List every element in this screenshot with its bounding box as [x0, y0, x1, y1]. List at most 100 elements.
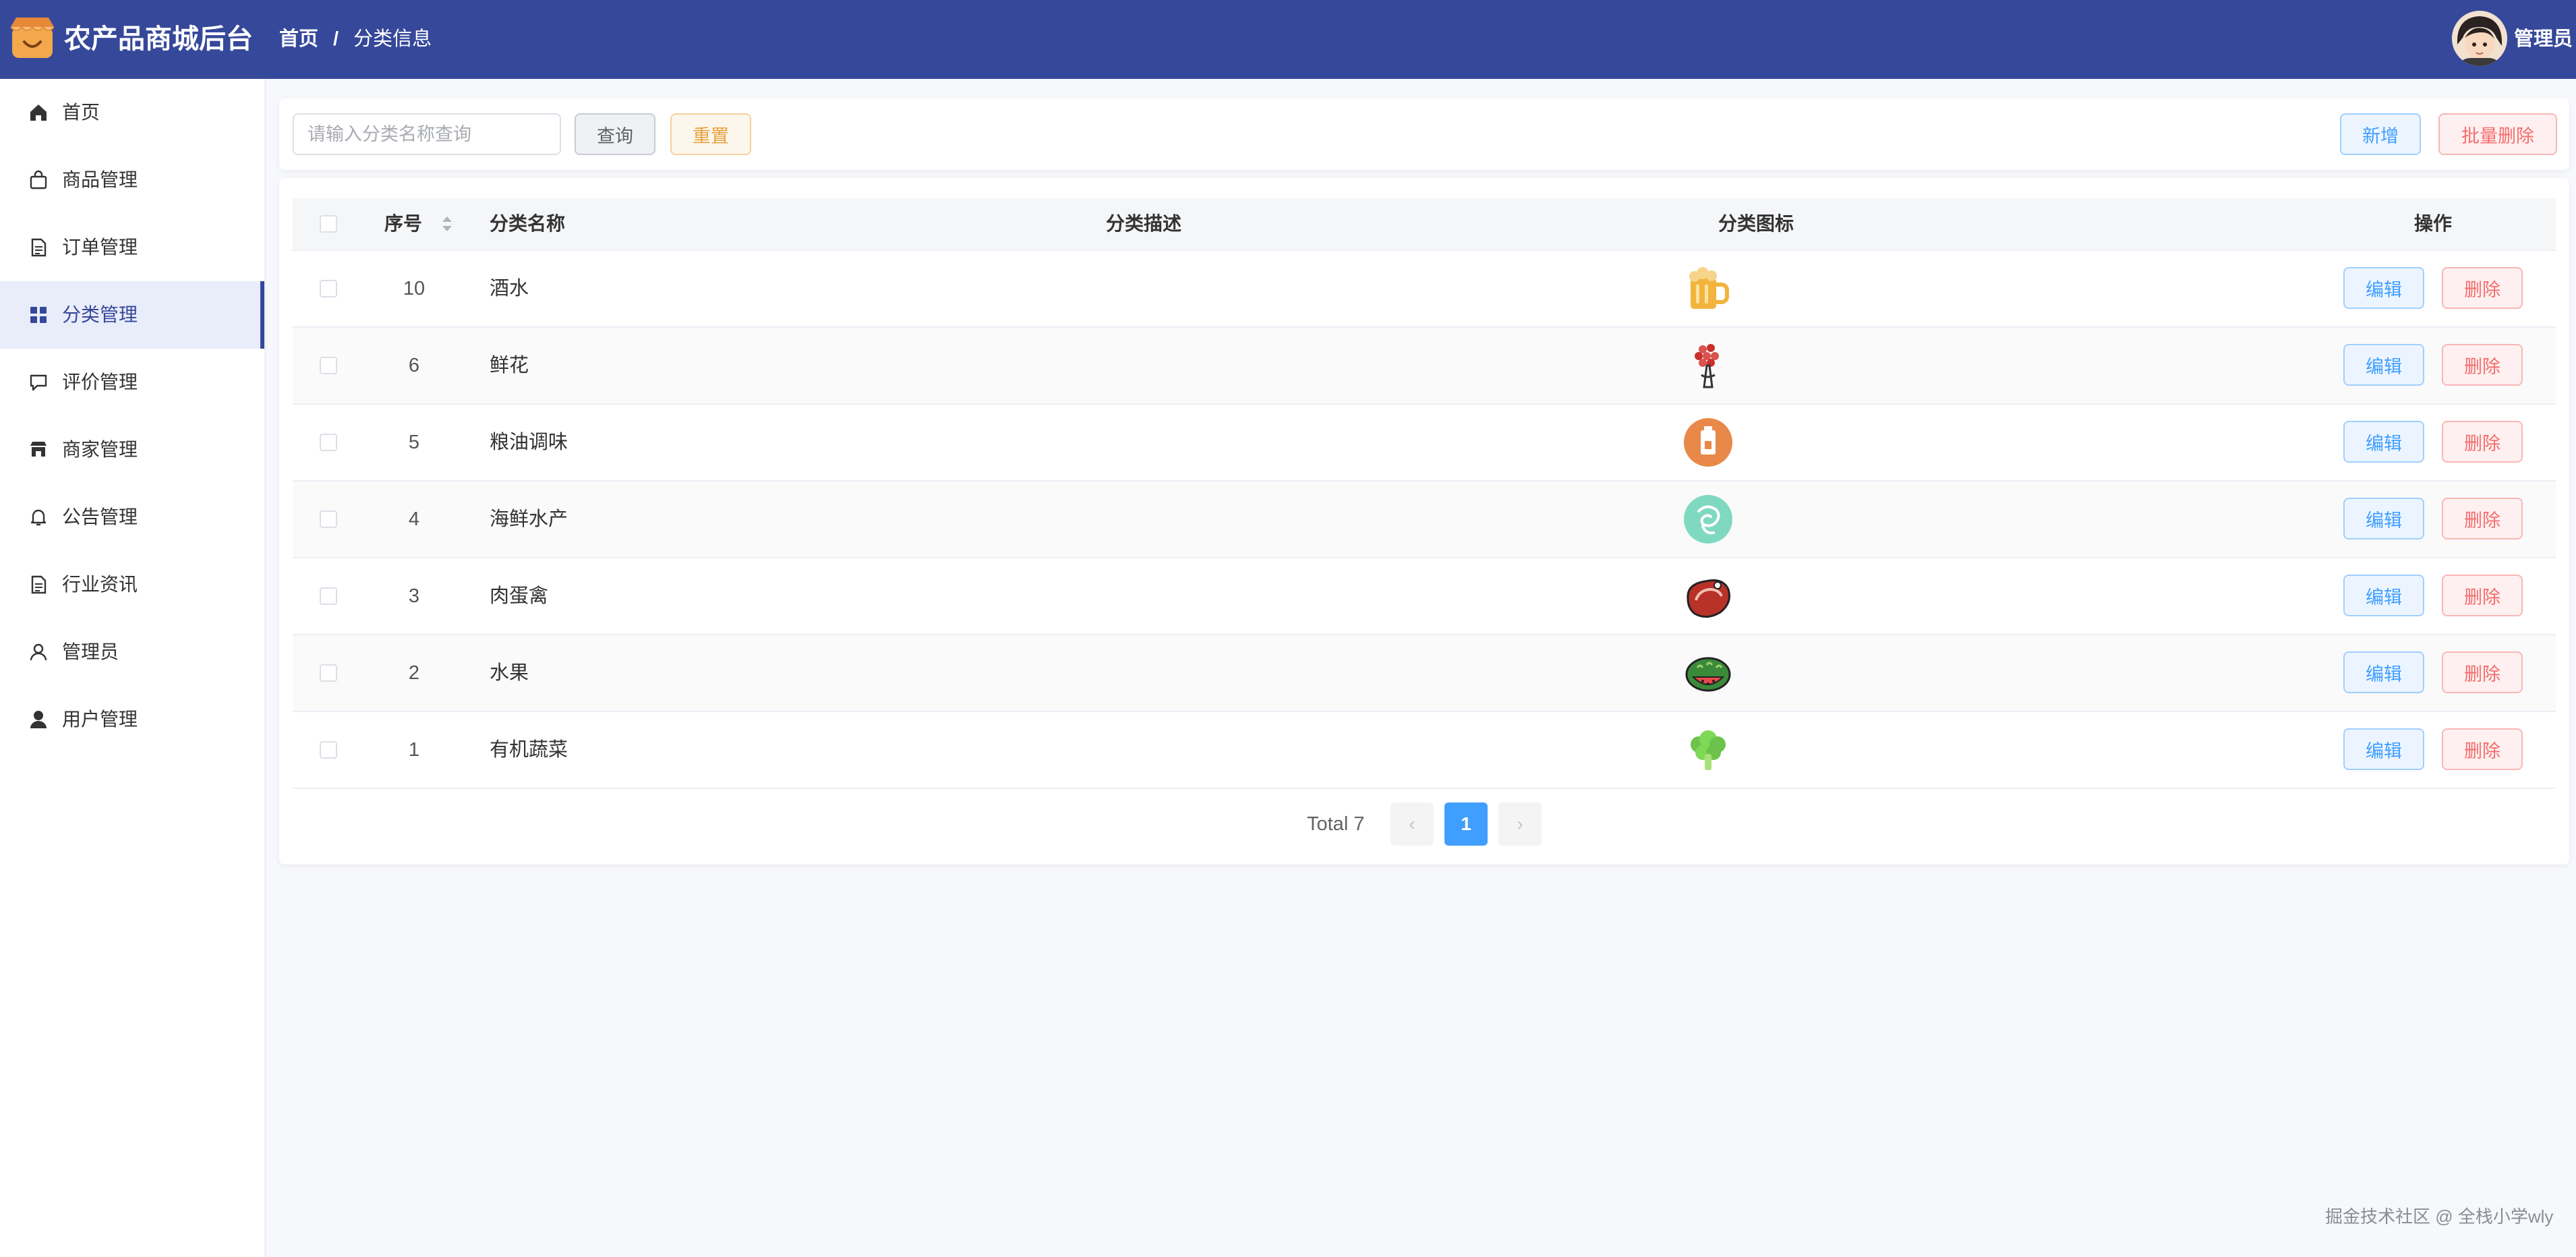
delete-button[interactable]: 删除 [2442, 421, 2523, 463]
category-search-input[interactable] [293, 113, 561, 155]
search-toolbar: 查询 重置 新增 批量删除 [279, 98, 2569, 170]
sidebar-item-news[interactable]: 行业资讯 [0, 551, 264, 618]
sidebar-item-merchants[interactable]: 商家管理 [0, 416, 264, 484]
cell-name: 粮油调味 [490, 432, 568, 453]
column-header-actions: 操作 [2414, 213, 2453, 234]
breadcrumb-separator: / [333, 28, 339, 50]
sidebar-item-categories[interactable]: 分类管理 [0, 281, 264, 349]
sidebar-item-label: 管理员 [62, 641, 119, 662]
sidebar-item-label: 分类管理 [62, 304, 138, 325]
cell-name: 水果 [490, 662, 529, 684]
table-row: 1 有机蔬菜 编辑 删除 [293, 712, 2556, 789]
edit-button[interactable]: 编辑 [2343, 344, 2424, 386]
avatar[interactable] [2452, 11, 2507, 66]
row-checkbox[interactable] [320, 280, 337, 297]
cell-name: 肉蛋禽 [490, 585, 549, 607]
column-header-id: 序号 [384, 213, 423, 234]
sidebar-item-users[interactable]: 用户管理 [0, 686, 264, 753]
sort-icon[interactable] [440, 213, 455, 235]
cell-id: 6 [408, 355, 420, 376]
sidebar-item-home[interactable]: 首页 [0, 79, 264, 146]
breadcrumb: 首页 / 分类信息 [279, 26, 432, 53]
sidebar: 首页 商品管理 订单管理 分类管理 评价管理 商家管理 公告管理 行业资讯 管理… [0, 79, 266, 1257]
select-all-checkbox[interactable] [320, 215, 337, 233]
chat-bubble-icon [30, 374, 47, 391]
avatar-image-icon [2452, 11, 2507, 66]
delete-button[interactable]: 删除 [2442, 575, 2523, 616]
breadcrumb-home-link[interactable]: 首页 [279, 28, 318, 50]
beer-mug-icon [1689, 267, 1729, 309]
cell-name: 鲜花 [490, 355, 529, 376]
shop-icon [30, 442, 47, 457]
add-button[interactable]: 新增 [2340, 113, 2421, 155]
watermelon-icon [1685, 657, 1731, 692]
sidebar-item-admins[interactable]: 管理员 [0, 618, 264, 686]
pagination-total: Total 7 [1307, 813, 1365, 835]
edit-button[interactable]: 编辑 [2343, 421, 2424, 463]
edit-button[interactable]: 编辑 [2343, 267, 2424, 309]
delete-button[interactable]: 删除 [2442, 498, 2523, 539]
top-header: 农产品商城后台 首页 / 分类信息 管理员 [0, 0, 2576, 79]
grid-icon [30, 307, 47, 323]
sidebar-item-goods[interactable]: 商品管理 [0, 146, 264, 214]
edit-button[interactable]: 编辑 [2343, 728, 2424, 770]
table-row: 4 海鲜水产 编辑 删除 [293, 481, 2556, 558]
column-header-name: 分类名称 [490, 213, 566, 234]
sidebar-item-label: 行业资讯 [62, 574, 138, 595]
document-icon [31, 575, 47, 594]
batch-delete-button[interactable]: 批量删除 [2438, 113, 2557, 155]
sidebar-item-label: 用户管理 [62, 709, 138, 730]
home-icon [30, 105, 47, 121]
flower-bouquet-icon [1695, 344, 1719, 388]
shopping-bag-icon [30, 170, 47, 189]
cell-id: 3 [408, 585, 420, 607]
reset-button[interactable]: 重置 [670, 113, 751, 155]
delete-button[interactable]: 删除 [2442, 344, 2523, 386]
breadcrumb-current: 分类信息 [353, 28, 432, 50]
cell-id: 4 [408, 508, 420, 530]
pagination: Total 7 ‹ 1 › [279, 802, 2569, 846]
cell-id: 2 [408, 662, 420, 684]
column-header-icon: 分类图标 [1718, 213, 1794, 234]
user-name[interactable]: 管理员 [2514, 26, 2573, 53]
document-icon [31, 238, 47, 257]
next-page-button[interactable]: › [1498, 802, 1542, 846]
prev-page-button[interactable]: ‹ [1391, 802, 1434, 846]
column-header-description: 分类描述 [1106, 213, 1182, 234]
row-checkbox[interactable] [320, 357, 337, 374]
user-filled-icon [30, 711, 47, 728]
delete-button[interactable]: 删除 [2442, 651, 2523, 693]
table-row: 5 粮油调味 编辑 删除 [293, 405, 2556, 481]
row-checkbox[interactable] [320, 587, 337, 605]
delete-button[interactable]: 删除 [2442, 267, 2523, 309]
cell-id: 5 [408, 432, 420, 453]
edit-button[interactable]: 编辑 [2343, 498, 2424, 539]
table-row: 2 水果 编辑 删除 [293, 635, 2556, 712]
sidebar-item-orders[interactable]: 订单管理 [0, 214, 264, 281]
sidebar-item-label: 订单管理 [62, 237, 138, 258]
query-button[interactable]: 查询 [575, 113, 655, 155]
table-header: 序号 分类名称 分类描述 分类图标 操作 [293, 198, 2556, 251]
sidebar-item-notices[interactable]: 公告管理 [0, 484, 264, 551]
cell-id: 10 [403, 278, 426, 299]
row-checkbox[interactable] [320, 741, 337, 759]
edit-button[interactable]: 编辑 [2343, 575, 2424, 616]
row-checkbox[interactable] [320, 510, 337, 528]
sidebar-item-reviews[interactable]: 评价管理 [0, 349, 264, 416]
oil-bottle-icon [1684, 418, 1732, 467]
table-row: 3 肉蛋禽 编辑 删除 [293, 558, 2556, 635]
row-checkbox[interactable] [320, 434, 337, 451]
edit-button[interactable]: 编辑 [2343, 651, 2424, 693]
table-row: 10 酒水 编辑 删除 [293, 251, 2556, 328]
page-number-button[interactable]: 1 [1444, 802, 1488, 846]
cell-name: 海鲜水产 [490, 508, 568, 530]
sidebar-item-label: 商家管理 [62, 439, 138, 460]
sidebar-item-label: 公告管理 [62, 506, 138, 527]
cell-id: 1 [408, 739, 420, 761]
row-checkbox[interactable] [320, 664, 337, 682]
bell-icon [30, 509, 47, 526]
delete-button[interactable]: 删除 [2442, 728, 2523, 770]
cell-name: 有机蔬菜 [490, 739, 568, 761]
shop-logo-icon [10, 18, 55, 58]
app-title: 农产品商城后台 [64, 24, 253, 54]
